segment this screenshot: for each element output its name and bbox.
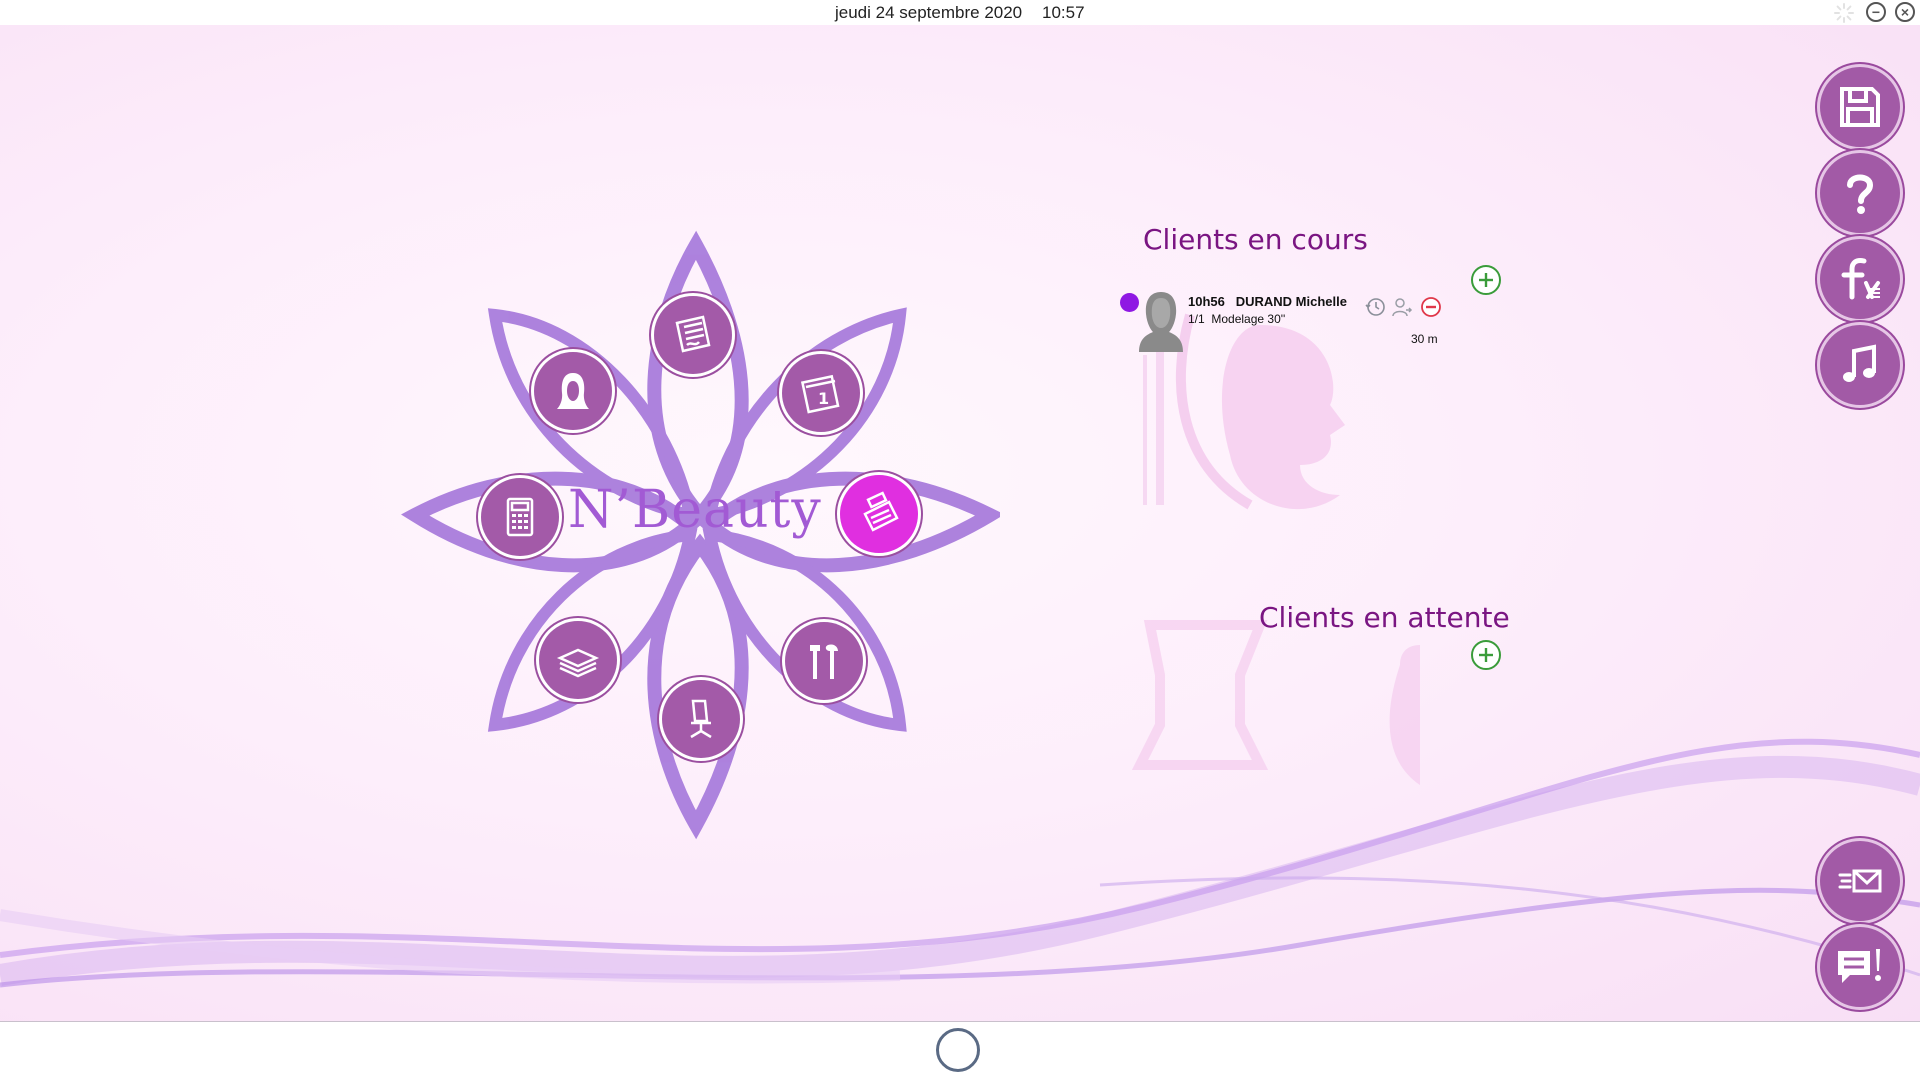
close-button[interactable]: × [1895,2,1915,22]
money-icon [556,648,600,678]
clients-button[interactable] [534,352,612,430]
app-logo: N’Beauty [568,480,822,540]
calendar-icon: 1 [800,374,840,414]
cash-register-icon [863,491,899,532]
fidelity-button[interactable] [1820,239,1900,319]
office-chair-icon [690,699,712,739]
management-button[interactable] [662,680,740,758]
svg-text:1: 1 [818,389,829,408]
main-area: N’Beauty 1 Clients en cours 10h56 DURAND… [0,25,1920,1021]
calculator-button[interactable] [481,478,559,556]
waiting-clients-title: Clients en attente [1259,601,1510,634]
settings-button[interactable] [785,622,863,700]
woman-icon [557,373,589,409]
avatar [1139,292,1183,352]
service-duration: 30 m [1411,332,1438,346]
documents-button[interactable] [654,296,732,374]
tools-icon [810,644,838,679]
cash-register-button[interactable] [840,475,918,553]
notifications-button[interactable] [1820,927,1900,1007]
email-icon [1838,869,1882,893]
add-waiting-client-button[interactable] [1470,639,1502,671]
client-service-line: 1/1 Modelage 30'' [1188,312,1285,326]
save-button[interactable] [1820,67,1900,147]
client-arrival-time: 10h56 [1188,294,1225,309]
current-clients-title: Clients en cours [1143,223,1368,256]
home-button[interactable] [936,1028,980,1072]
email-button[interactable] [1820,841,1900,921]
history-icon[interactable] [1364,296,1386,318]
loading-icon [1834,3,1854,23]
finances-button[interactable] [539,621,617,699]
client-name: DURAND Michelle [1235,294,1347,309]
chat-alert-icon [1838,949,1881,983]
title-bar: jeudi 24 septembre 2020 10:57 − × [0,0,1920,25]
file-icon [675,315,711,353]
calculator-icon [506,497,534,537]
music-icon [1843,344,1876,382]
client-header: 10h56 DURAND Michelle [1188,294,1347,309]
bottom-bar [0,1021,1920,1081]
agenda-button[interactable]: 1 [782,354,860,432]
client-service: Modelage 30'' [1211,312,1286,326]
assign-staff-icon[interactable] [1391,296,1413,318]
save-icon [1840,87,1880,127]
client-card[interactable]: 10h56 DURAND Michelle 1/1 Modelage 30'' … [1115,262,1515,352]
help-button[interactable] [1820,153,1900,233]
fidelity-icon [1841,258,1880,300]
remove-client-icon[interactable] [1420,296,1442,318]
music-button[interactable] [1820,325,1900,405]
current-time: 10:57 [1042,3,1085,22]
client-service-count: 1/1 [1188,312,1205,326]
minimize-button[interactable]: − [1866,2,1886,22]
add-current-client-button[interactable] [1470,264,1502,296]
help-icon [1847,174,1874,214]
current-date: jeudi 24 septembre 2020 [835,3,1023,22]
